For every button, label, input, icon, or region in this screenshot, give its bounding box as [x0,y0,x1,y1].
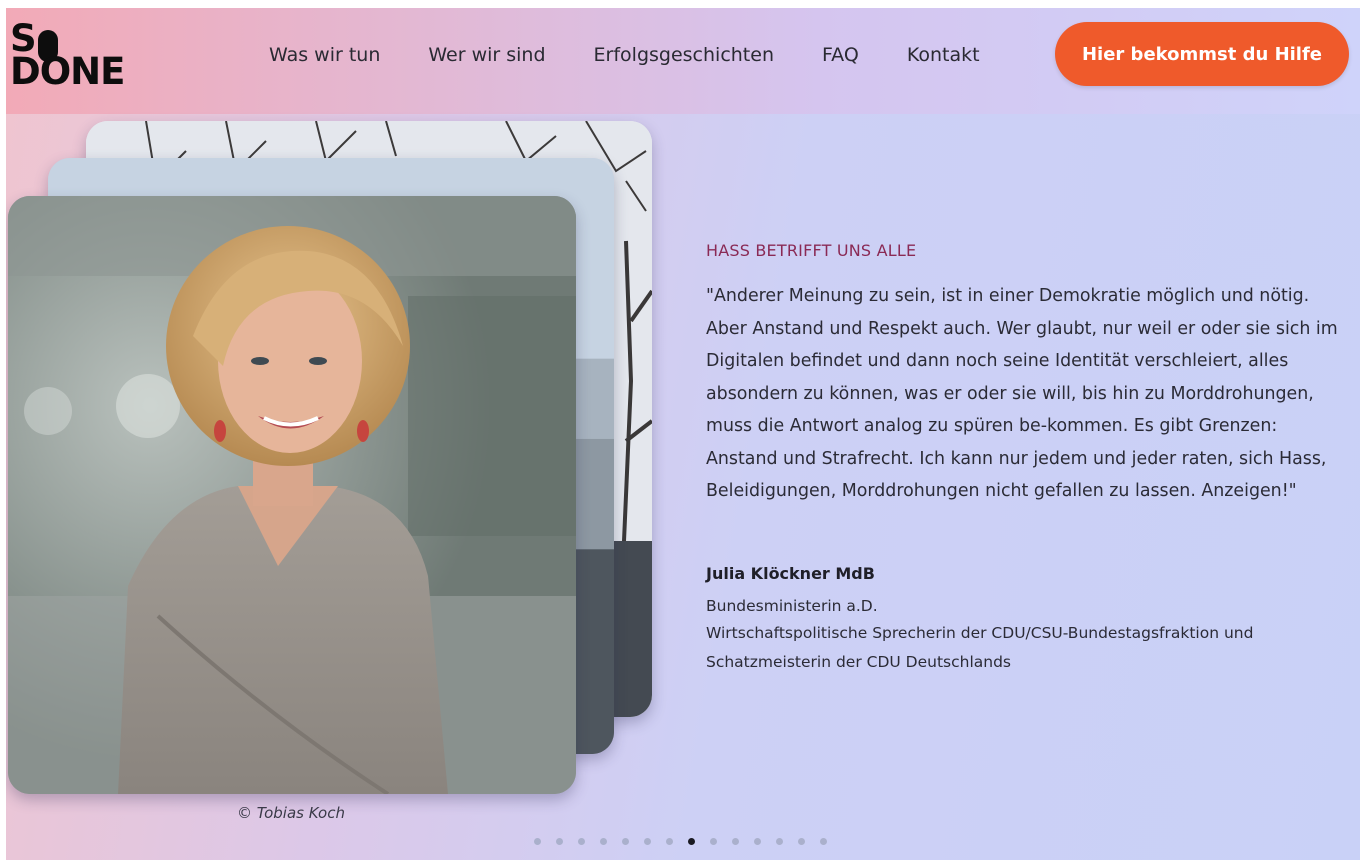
site-header: S DONE Was wir tun Wer wir sind Erfolgsg… [6,8,1360,114]
author-role-line-1: Bundesministerin a.D. [706,597,878,615]
author-role-line-2: Wirtschaftspolitische Sprecherin der CDU… [706,624,1254,642]
carousel-dot[interactable] [644,838,651,845]
so-done-logo[interactable]: S DONE [10,16,134,93]
carousel-dot[interactable] [710,838,717,845]
quote-author: Julia Klöckner MdB [706,564,875,583]
author-role-line-3: Schatzmeisterin der CDU Deutschlands [706,653,1011,671]
carousel-dot[interactable] [600,838,607,845]
get-help-button[interactable]: Hier bekommst du Hilfe [1055,22,1349,86]
carousel-dot[interactable] [776,838,783,845]
photo-card-front[interactable] [8,196,576,794]
nav-item-kontakt[interactable]: Kontakt [907,44,980,66]
carousel-dot[interactable] [754,838,761,845]
nav-item-erfolgsgeschichten[interactable]: Erfolgsgeschichten [594,44,774,66]
nav-item-was-wir-tun[interactable]: Was wir tun [269,44,380,66]
carousel-dot[interactable] [732,838,739,845]
logo-word-done: DONE [10,49,125,93]
main-nav: Was wir tun Wer wir sind Erfolgsgeschich… [269,40,980,70]
carousel-dot[interactable] [688,838,695,845]
carousel-dot[interactable] [820,838,827,845]
carousel-dot[interactable] [556,838,563,845]
nav-item-faq[interactable]: FAQ [822,44,859,66]
nav-item-wer-wir-sind[interactable]: Wer wir sind [428,44,545,66]
carousel-pagination [534,838,842,845]
carousel-dot[interactable] [578,838,585,845]
portrait-photo [8,196,576,794]
logo-letter-s: S [10,16,37,60]
section-eyebrow: HASS BETRIFFT UNS ALLE [706,241,917,260]
page-frame: S DONE Was wir tun Wer wir sind Erfolgsg… [6,8,1360,860]
carousel-dot[interactable] [622,838,629,845]
testimonial-quote: "Anderer Meinung zu sein, ist in einer D… [706,286,1338,501]
photo-credit: © Tobias Koch [237,804,345,822]
carousel-dot[interactable] [534,838,541,845]
logo-line-2: DONE [10,49,134,93]
carousel-dot[interactable] [798,838,805,845]
carousel-dot[interactable] [666,838,673,845]
